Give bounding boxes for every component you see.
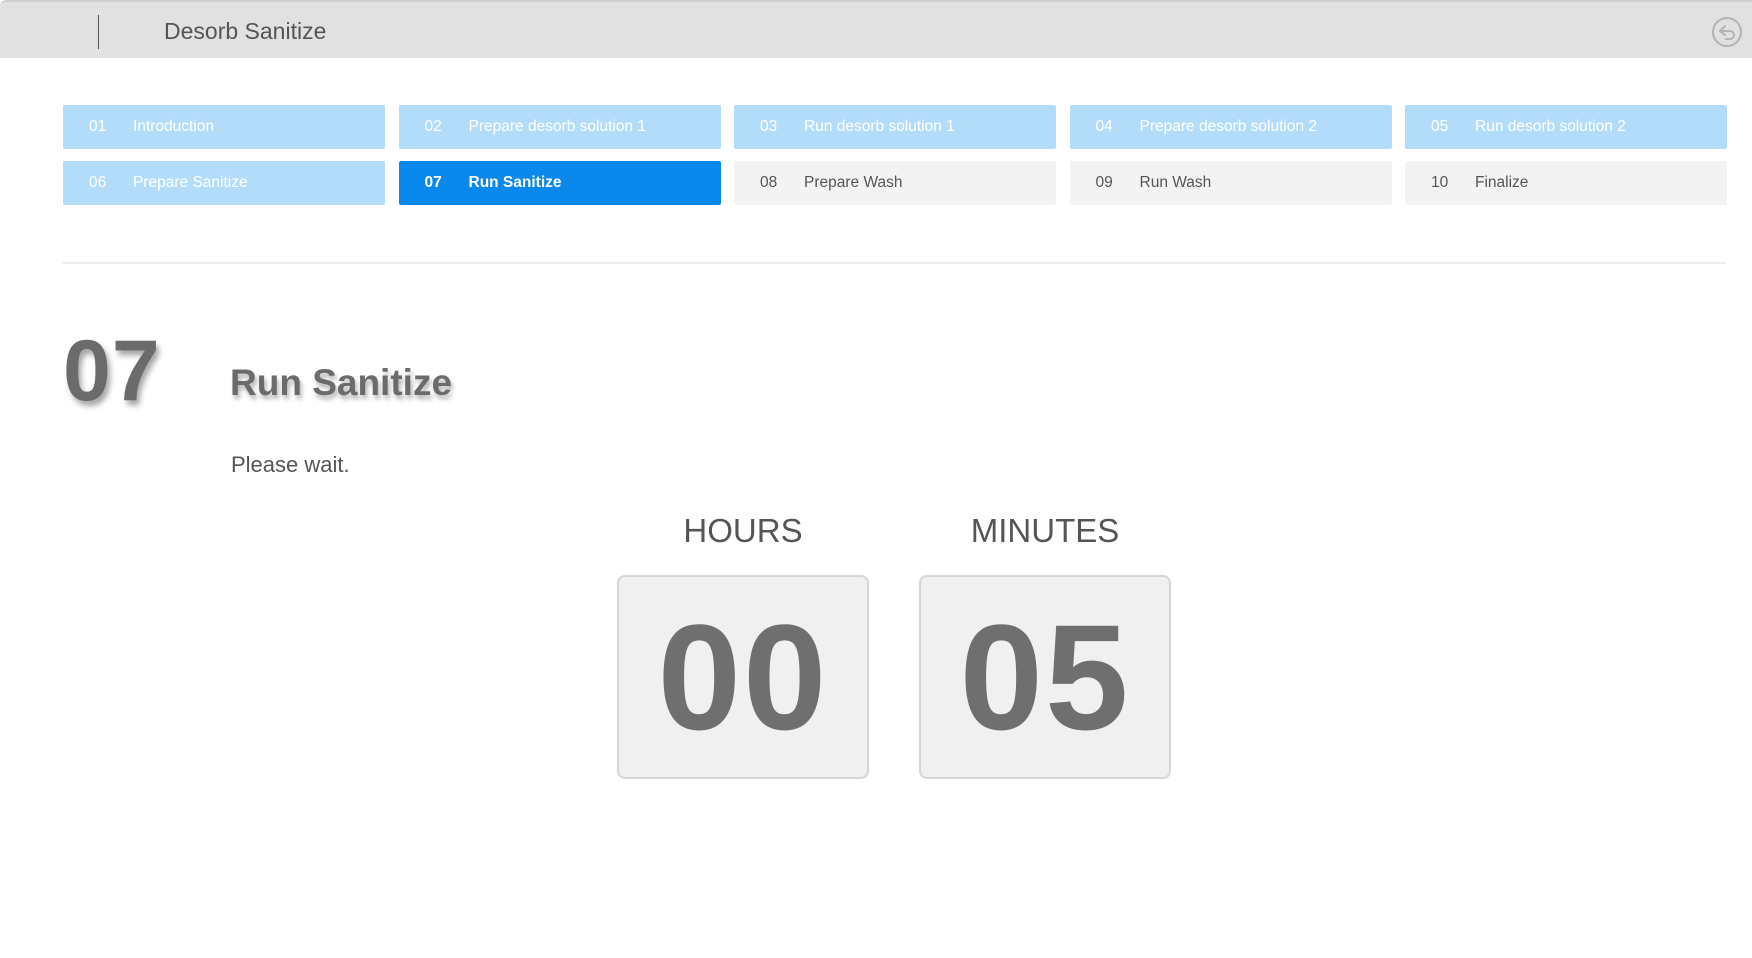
step-03[interactable]: 03 Run desorb solution 1	[734, 105, 1056, 149]
step-number: 07	[424, 174, 442, 191]
step-label: Introduction	[133, 118, 214, 135]
back-button[interactable]	[1712, 17, 1742, 47]
step-label: Prepare desorb solution 1	[468, 118, 647, 135]
current-step-number: 07	[63, 323, 161, 419]
step-number: 06	[89, 174, 107, 191]
minutes-label: MINUTES	[970, 512, 1120, 549]
step-08[interactable]: 08 Prepare Wash	[734, 161, 1056, 205]
step-09[interactable]: 09 Run Wash	[1069, 161, 1392, 205]
title-divider	[98, 15, 99, 49]
step-02[interactable]: 02 Prepare desorb solution 1	[398, 105, 721, 149]
back-arrow-icon	[1719, 25, 1735, 40]
step-label: Prepare Sanitize	[133, 174, 248, 191]
window-title: Desorb Sanitize	[164, 18, 327, 44]
app-window: Desorb Sanitize 01 Introduction 02 Prepa…	[0, 0, 1752, 958]
section-divider	[63, 262, 1726, 264]
title-bar: Desorb Sanitize	[0, 0, 1752, 58]
hours-display: 00	[617, 575, 869, 779]
step-label: Run desorb solution 2	[1475, 118, 1626, 135]
minutes-display: 05	[919, 575, 1171, 779]
current-step-title: Run Sanitize	[230, 362, 453, 403]
step-07[interactable]: 07 Run Sanitize	[398, 161, 721, 205]
step-label: Run desorb solution 1	[804, 118, 955, 135]
step-label: Prepare Wash	[804, 174, 903, 191]
steps-grid: 01 Introduction 02 Prepare desorb soluti…	[63, 105, 1727, 205]
step-06[interactable]: 06 Prepare Sanitize	[63, 161, 385, 205]
hours-label: HOURS	[683, 512, 803, 549]
step-number: 09	[1095, 174, 1113, 191]
step-05[interactable]: 05 Run desorb solution 2	[1405, 105, 1727, 149]
step-label: Run Sanitize	[468, 174, 562, 191]
step-label: Run Wash	[1139, 174, 1212, 191]
step-number: 05	[1431, 118, 1449, 135]
step-number: 03	[760, 118, 778, 135]
step-label: Finalize	[1475, 174, 1529, 191]
status-message: Please wait.	[231, 452, 350, 477]
step-number: 02	[424, 118, 442, 135]
step-01[interactable]: 01 Introduction	[63, 105, 385, 149]
step-number: 04	[1095, 118, 1113, 135]
step-label: Prepare desorb solution 2	[1139, 118, 1318, 135]
step-number: 08	[760, 174, 778, 191]
step-number: 01	[89, 118, 107, 135]
step-10[interactable]: 10 Finalize	[1405, 161, 1727, 205]
step-number: 10	[1431, 174, 1449, 191]
step-04[interactable]: 04 Prepare desorb solution 2	[1069, 105, 1392, 149]
